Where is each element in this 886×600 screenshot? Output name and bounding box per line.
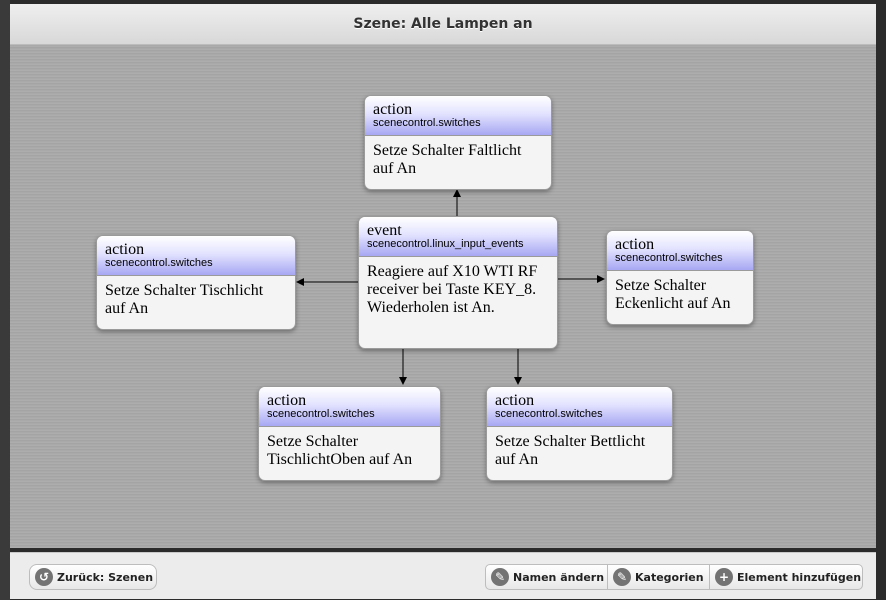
node-header: action scenecontrol.switches: [97, 236, 295, 276]
plus-icon: +: [715, 568, 733, 586]
node-header: action scenecontrol.switches: [365, 96, 551, 136]
node-description: Setze Schalter Eckenlicht auf An: [615, 277, 731, 312]
action-node-eckenlicht[interactable]: action scenecontrol.switches Setze Schal…: [606, 230, 754, 325]
node-description: Setze Schalter Bettlicht auf An: [495, 433, 646, 468]
action-button-group: ✎ Namen ändern ✎ Kategorien + Element hi…: [485, 564, 863, 590]
node-header: action scenecontrol.switches: [259, 387, 440, 427]
back-arrow-icon: ↺: [35, 568, 53, 586]
action-node-tischlicht[interactable]: action scenecontrol.switches Setze Schal…: [96, 235, 296, 330]
event-node[interactable]: event scenecontrol.linux_input_events Re…: [358, 216, 558, 349]
node-description: Setze Schalter Tischlicht auf An: [105, 282, 264, 317]
action-node-bettlicht[interactable]: action scenecontrol.switches Setze Schal…: [486, 386, 673, 481]
node-module: scenecontrol.switches: [267, 408, 375, 420]
window-frame: [0, 0, 10, 600]
node-module: scenecontrol.switches: [495, 408, 603, 420]
node-type: action: [615, 236, 655, 253]
action-node-faltlicht[interactable]: action scenecontrol.switches Setze Schal…: [364, 95, 552, 190]
rename-button-label: Namen ändern: [513, 571, 605, 584]
footer-toolbar: ↺ Zurück: Szenen ✎ Namen ändern ✎ Katego…: [10, 552, 876, 599]
pencil-icon: ✎: [491, 568, 509, 586]
node-header: action scenecontrol.switches: [487, 387, 672, 427]
add-element-button-label: Element hinzufügen: [737, 571, 862, 584]
back-button[interactable]: ↺ Zurück: Szenen: [29, 564, 157, 590]
node-module: scenecontrol.switches: [105, 257, 213, 269]
node-type: action: [373, 101, 413, 118]
pencil-icon: ✎: [613, 568, 631, 586]
action-node-tischlichtoben[interactable]: action scenecontrol.switches Setze Schal…: [258, 386, 441, 481]
node-type: event: [367, 222, 402, 239]
back-button-label: Zurück: Szenen: [57, 571, 154, 584]
node-type: action: [105, 241, 145, 258]
node-module: scenecontrol.switches: [373, 117, 481, 129]
rename-button[interactable]: ✎ Namen ändern: [485, 564, 608, 590]
node-type: action: [495, 392, 535, 409]
categories-button-label: Kategorien: [635, 571, 704, 584]
node-module: scenecontrol.switches: [615, 252, 723, 264]
page-title: Szene: Alle Lampen an: [10, 4, 876, 45]
node-type: action: [267, 392, 307, 409]
node-header: event scenecontrol.linux_input_events: [359, 217, 557, 257]
node-description: Setze Schalter TischlichtOben auf An: [267, 433, 413, 468]
node-header: action scenecontrol.switches: [607, 231, 753, 271]
categories-button[interactable]: ✎ Kategorien: [607, 564, 710, 590]
add-element-button[interactable]: + Element hinzufügen: [709, 564, 863, 590]
node-description: Reagiere auf X10 WTI RF receiver bei Tas…: [367, 263, 538, 316]
node-module: scenecontrol.linux_input_events: [367, 238, 524, 250]
scene-canvas: event scenecontrol.linux_input_events Re…: [10, 45, 876, 548]
node-description: Setze Schalter Faltlicht auf An: [373, 142, 522, 177]
